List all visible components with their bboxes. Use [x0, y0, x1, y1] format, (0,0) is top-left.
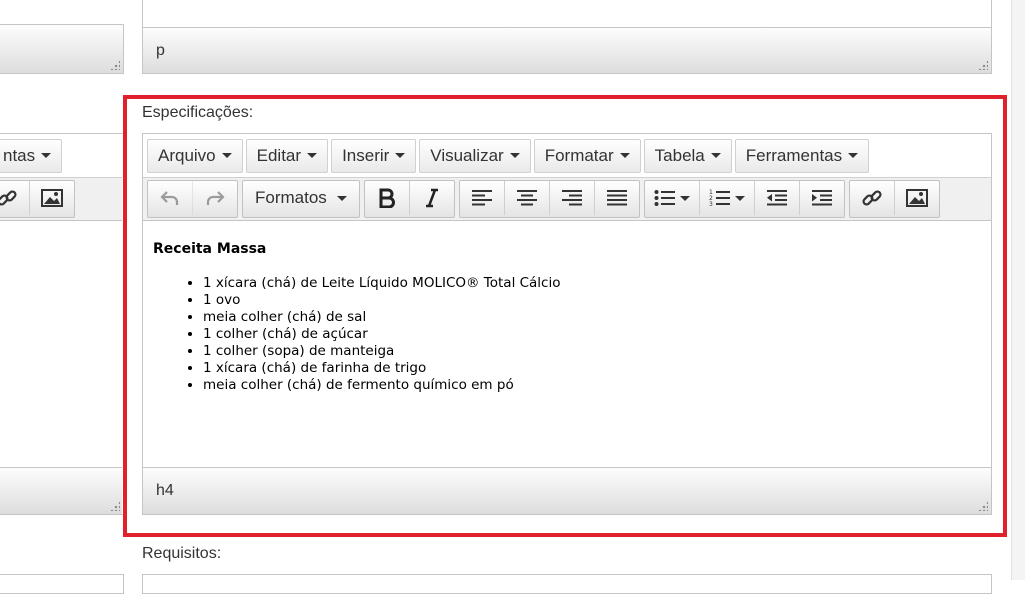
left-bottom-editor: [0, 574, 124, 594]
menu-ferramentas[interactable]: ntas: [0, 138, 63, 173]
page-scrollbar[interactable]: [1011, 0, 1025, 580]
link-icon[interactable]: [850, 181, 895, 215]
align-center-icon[interactable]: [505, 181, 550, 215]
element-path[interactable]: h4: [156, 482, 174, 499]
menu-ferramentas[interactable]: Ferramentas: [734, 138, 870, 173]
menu-tabela[interactable]: Tabela: [643, 138, 732, 173]
requisitos-label: Requisitos:: [142, 545, 222, 562]
list-item: 1 colher (chá) de açúcar: [203, 326, 981, 343]
chevron-down-icon: [848, 153, 859, 158]
list-item: 1 xícara (chá) de Leite Líquido MOLICO® …: [203, 275, 981, 292]
top-editor-statusbar: p: [143, 27, 991, 73]
left-editor-toolbar: [0, 178, 122, 221]
menu-formatar[interactable]: Formatar: [533, 138, 641, 173]
align-group: [458, 180, 640, 218]
chevron-down-icon: [221, 153, 232, 158]
chevron-down-icon: [509, 153, 520, 158]
image-icon[interactable]: [895, 181, 939, 215]
ingredient-list: 1 xícara (chá) de Leite Líquido MOLICO® …: [153, 275, 981, 394]
numbered-list-icon[interactable]: 123: [700, 181, 755, 215]
align-left-icon[interactable]: [460, 181, 505, 215]
redo-icon[interactable]: [193, 181, 237, 215]
italic-icon[interactable]: [410, 181, 454, 215]
list-item: 1 colher (sopa) de manteiga: [203, 343, 981, 360]
chevron-down-icon[interactable]: [679, 195, 690, 201]
chevron-down-icon[interactable]: [734, 195, 745, 201]
list-item: meia colher (chá) de sal: [203, 309, 981, 326]
indent-icon[interactable]: [800, 181, 844, 215]
left-editor-statusbar: [0, 467, 122, 514]
align-right-icon[interactable]: [550, 181, 595, 215]
list-group: 123: [643, 180, 845, 218]
link-icon[interactable]: [0, 181, 30, 215]
chevron-down-icon: [619, 153, 630, 158]
specs-statusbar: h4: [143, 467, 991, 514]
specs-toolbar: Formatos 1 2 3: [143, 178, 991, 221]
style-group: [363, 180, 455, 218]
menu-visualizar[interactable]: Visualizar: [419, 138, 531, 173]
chevron-down-icon: [395, 153, 406, 158]
svg-text:3: 3: [709, 201, 713, 207]
align-justify-icon[interactable]: [595, 181, 639, 215]
insert-group: [848, 180, 940, 218]
especificacoes-label: Especificações:: [142, 104, 254, 121]
history-group: [147, 180, 238, 218]
list-item: meia colher (chá) de fermento químico em…: [203, 377, 981, 394]
outdent-icon[interactable]: [755, 181, 800, 215]
chevron-down-icon: [336, 195, 347, 201]
specs-menubar: Arquivo Editar Inserir Visualizar Format…: [143, 134, 991, 178]
left-top-editor-statusbar: [0, 24, 124, 74]
top-editor: p: [142, 0, 992, 74]
left-editor-menubar: ntas: [0, 134, 122, 178]
content-heading: Receita Massa: [153, 241, 267, 257]
editor-content[interactable]: Receita Massa 1 xícara (chá) de Leite Lí…: [143, 222, 991, 466]
element-path[interactable]: p: [156, 42, 165, 59]
menu-inserir[interactable]: Inserir: [331, 138, 417, 173]
left-editor: ntas: [0, 133, 124, 515]
formats-group: Formatos: [242, 180, 360, 218]
bullet-list-icon[interactable]: [645, 181, 700, 215]
chevron-down-icon: [41, 153, 52, 158]
menu-editar[interactable]: Editar: [245, 138, 329, 173]
specs-editor: Arquivo Editar Inserir Visualizar Format…: [142, 133, 992, 515]
list-item: 1 ovo: [203, 292, 981, 309]
chevron-down-icon: [307, 153, 318, 158]
bold-icon[interactable]: [365, 181, 410, 215]
formats-dropdown[interactable]: Formatos: [243, 181, 359, 215]
image-icon[interactable]: [30, 181, 74, 215]
list-item: 1 xícara (chá) de farinha de trigo: [203, 360, 981, 377]
requisitos-editor: [142, 574, 992, 594]
undo-icon[interactable]: [148, 181, 193, 215]
chevron-down-icon: [710, 153, 721, 158]
menu-arquivo[interactable]: Arquivo: [147, 138, 243, 173]
